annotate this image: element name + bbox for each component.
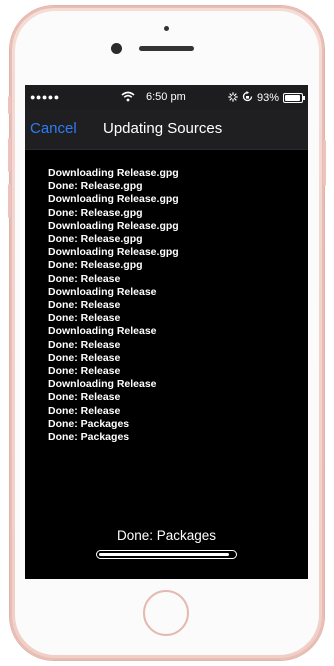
power-button [323, 140, 326, 186]
volume-up-button [8, 138, 11, 172]
signal-strength-icon: ●●●●● [30, 92, 60, 102]
rotation-lock-icon [242, 91, 253, 105]
front-camera [111, 43, 122, 54]
log-line: Downloading Release [48, 285, 157, 298]
footer-status-text: Done: Packages [116, 528, 217, 543]
screen: ●●●●● 6:50 pm 93% Cancel Updating Source… [25, 85, 308, 579]
log-line: Done: Release.gpg [48, 206, 143, 219]
log-line: Done: Packages [48, 417, 130, 430]
log-line: Done: Release.gpg [48, 180, 143, 193]
log-line: Downloading Release.gpg [48, 246, 179, 259]
cancel-button[interactable]: Cancel [30, 120, 77, 137]
wifi-icon [121, 91, 135, 105]
log-line: Downloading Release.gpg [48, 167, 179, 179]
log-line: Done: Release.gpg [48, 233, 143, 246]
mute-switch [8, 96, 11, 114]
log-line: Done: Release [48, 312, 121, 325]
battery-percent: 93% [256, 92, 279, 104]
log-line: Downloading Release.gpg [48, 219, 179, 232]
log-line: Done: Release [48, 299, 121, 312]
loading-spinner-icon [228, 91, 238, 105]
log-line: Done: Release [48, 365, 121, 378]
home-button[interactable] [143, 590, 189, 636]
battery-icon [283, 93, 305, 103]
status-bar: ●●●●● 6:50 pm 93% [25, 85, 308, 109]
log-line: Done: Release [48, 338, 121, 351]
status-time: 6:50 pm [146, 91, 186, 103]
volume-down-button [8, 184, 11, 218]
update-log: Downloading Release.gpg Done: Release.gpg… [48, 167, 179, 444]
log-line: Done: Release [48, 272, 121, 285]
log-line: Done: Release [48, 391, 121, 404]
log-line: Downloading Release [48, 325, 157, 338]
log-line: Done: Release [48, 404, 121, 417]
progress-bar [96, 550, 237, 559]
log-line: Downloading Release [48, 378, 157, 391]
log-line: Done: Release.gpg [48, 259, 143, 272]
log-line: Done: Release [48, 351, 121, 364]
proximity-sensor [164, 26, 169, 31]
navigation-bar: Cancel Updating Sources [25, 109, 308, 150]
log-line: Downloading Release.gpg [48, 193, 179, 206]
earpiece-speaker [139, 46, 194, 51]
page-title: Updating Sources [103, 120, 223, 137]
log-line: Done: Packages [48, 431, 130, 444]
progress-fill [99, 553, 229, 556]
status-right-group: 93% [228, 91, 305, 105]
